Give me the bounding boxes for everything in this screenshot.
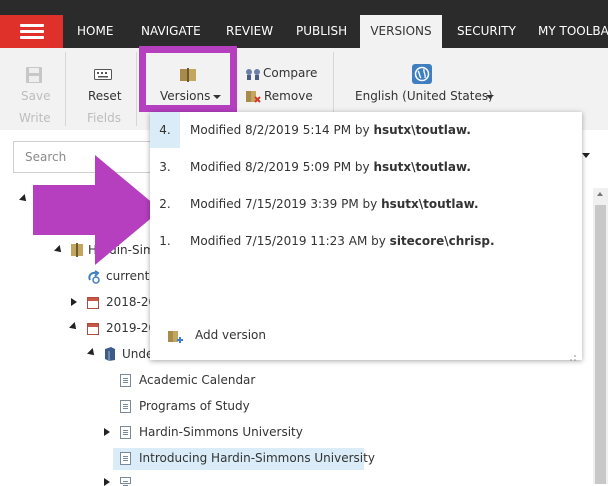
- expanded-node-icon[interactable]: [69, 322, 79, 332]
- version-text: Modified 7/15/2019 3:39 PM by: [190, 197, 382, 211]
- tab-versions[interactable]: VERSIONS: [360, 15, 442, 48]
- remove-version-icon: [245, 90, 261, 104]
- compare-icon: [245, 67, 261, 81]
- tree-item-label[interactable]: Academic Calendar: [139, 373, 255, 387]
- scrollbar-thumb[interactable]: [595, 205, 606, 484]
- version-item-1[interactable]: Modified 7/15/2019 11:23 AM by sitecore\…: [190, 234, 495, 248]
- collapsed-node-icon[interactable]: [104, 428, 110, 436]
- scroll-up-icon[interactable]: [597, 192, 603, 196]
- tree-item-label[interactable]: Programs of Study: [139, 399, 250, 413]
- calendar-icon: [87, 297, 99, 309]
- hamburger-menu-icon[interactable]: [0, 15, 63, 48]
- chevron-down-icon: [486, 95, 494, 99]
- write-button[interactable]: Write: [19, 111, 51, 125]
- tree-item-label[interactable]: Introducing Hardin-Simmons University: [139, 451, 375, 465]
- document-icon: [120, 400, 131, 413]
- tab-security[interactable]: SECURITY: [457, 15, 516, 48]
- tab-home[interactable]: HOME: [77, 15, 113, 48]
- alias-link-icon: [87, 270, 101, 284]
- tree-item-label[interactable]: 2018-20: [106, 295, 156, 309]
- tab-publish[interactable]: PUBLISH: [296, 15, 347, 48]
- tab-navigate[interactable]: NAVIGATE: [141, 15, 201, 48]
- version-user: hsutx\toutlaw.: [373, 123, 471, 137]
- document-icon: [120, 452, 131, 465]
- version-number: 4.: [159, 123, 171, 137]
- version-text: Modified 8/2/2019 5:09 PM by: [190, 160, 374, 174]
- book-icon: [104, 347, 116, 361]
- version-number: 1.: [159, 234, 171, 248]
- tab-my-toolbar[interactable]: MY TOOLBAR: [538, 15, 608, 48]
- expanded-node-icon[interactable]: [87, 348, 97, 358]
- tree-item-label[interactable]: current: [106, 269, 149, 283]
- tree-item-label[interactable]: Unde: [122, 347, 153, 361]
- version-user: sitecore\chrisp.: [389, 234, 495, 248]
- tree-item-label[interactable]: Hardin-Simmons University: [139, 425, 303, 439]
- tree-item-label[interactable]: 2019-20: [106, 321, 156, 335]
- version-user: hsutx\toutlaw.: [373, 160, 471, 174]
- annotation-arrow-icon: [33, 155, 161, 265]
- collapsed-node-icon[interactable]: [71, 298, 77, 306]
- reset-button[interactable]: Reset: [88, 89, 122, 103]
- calendar-icon: [87, 323, 99, 335]
- fields-button[interactable]: Fields: [87, 111, 121, 125]
- ribbon-divider: [65, 52, 66, 126]
- version-item-2[interactable]: Modified 7/15/2019 3:39 PM by hsutx\tout…: [190, 197, 479, 211]
- globe-icon: [412, 64, 432, 84]
- search-dropdown-arrow-icon[interactable]: [582, 153, 590, 158]
- document-icon: [120, 477, 131, 484]
- version-number: 2.: [159, 197, 171, 211]
- version-text: Modified 8/2/2019 5:14 PM by: [190, 123, 374, 137]
- version-item-4[interactable]: Modified 8/2/2019 5:14 PM by hsutx\toutl…: [190, 123, 471, 137]
- save-icon: [25, 66, 43, 84]
- keyboard-icon: [94, 68, 112, 82]
- document-icon: [120, 426, 131, 439]
- version-number: 3.: [159, 160, 171, 174]
- remove-button[interactable]: Remove: [264, 89, 313, 103]
- document-icon: [120, 374, 131, 387]
- version-text: Modified 7/15/2019 11:23 AM by: [190, 234, 390, 248]
- tab-review[interactable]: REVIEW: [226, 15, 273, 48]
- versions-highlight-box: [139, 46, 237, 112]
- compare-button[interactable]: Compare: [263, 66, 317, 80]
- ribbon-divider: [136, 52, 137, 126]
- version-item-3[interactable]: Modified 8/2/2019 5:09 PM by hsutx\toutl…: [190, 160, 471, 174]
- collapsed-node-icon[interactable]: [104, 478, 110, 486]
- save-button[interactable]: Save: [21, 89, 50, 103]
- expanded-node-icon[interactable]: [19, 194, 29, 204]
- version-user: hsutx\toutlaw.: [381, 197, 479, 211]
- language-selector[interactable]: English (United States): [355, 89, 493, 103]
- add-version-icon: [167, 330, 183, 344]
- add-version-button[interactable]: Add version: [195, 328, 266, 342]
- resize-grip-icon[interactable]: [570, 350, 576, 361]
